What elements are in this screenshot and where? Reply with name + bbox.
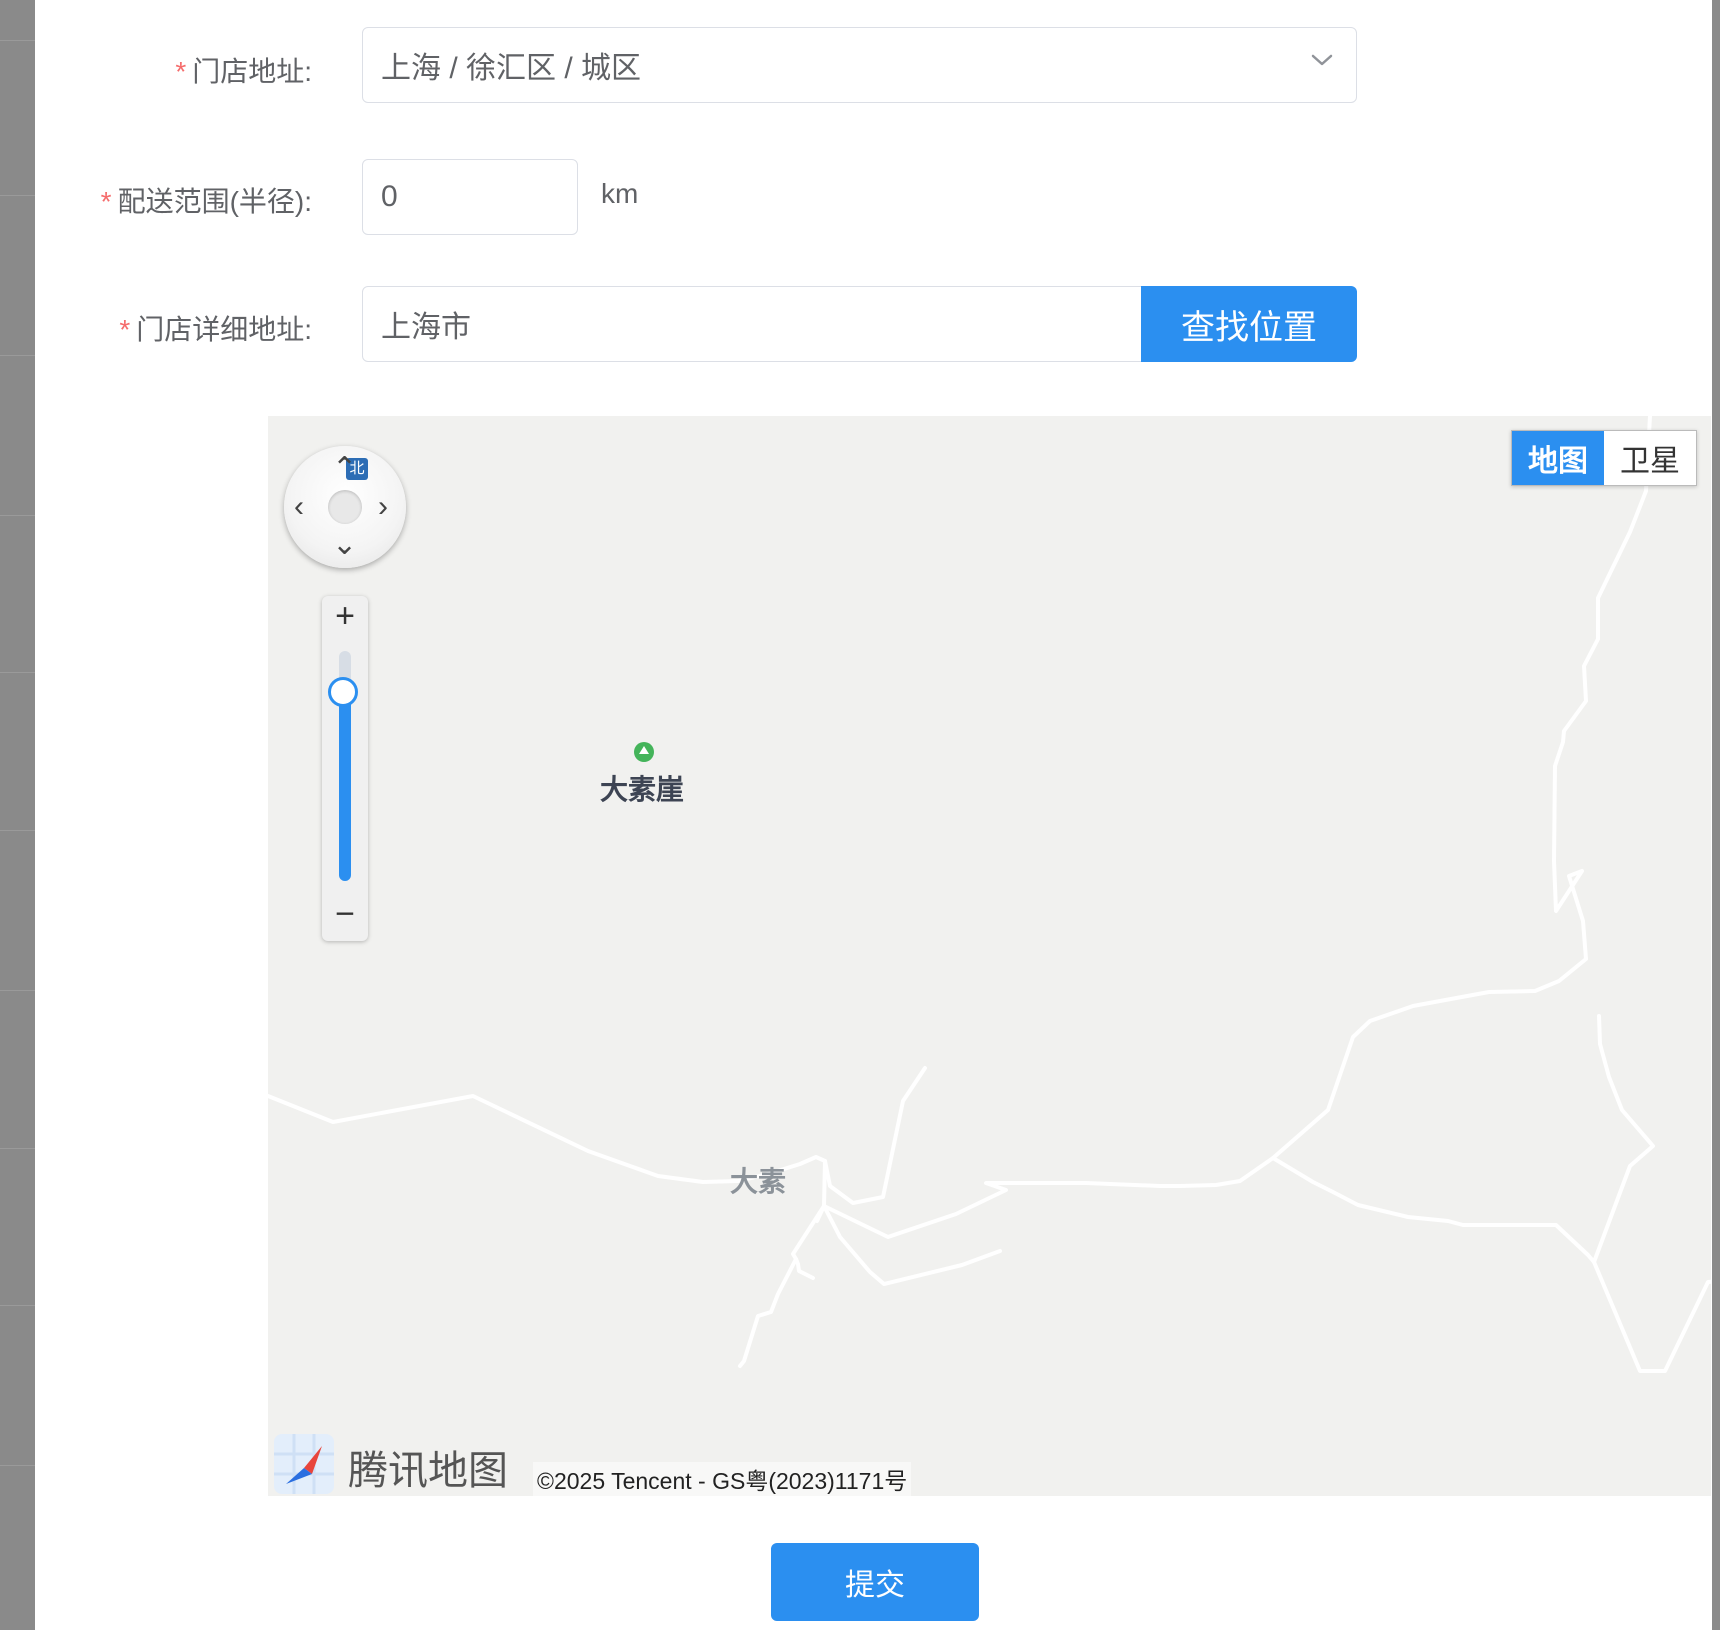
map-copyright: ©2025 Tencent - GS粤(2023)1171号 (533, 1462, 912, 1496)
pan-up-icon[interactable]: ⌃ (332, 454, 357, 484)
tencent-map-logo-text: 腾讯地图 (348, 1449, 508, 1493)
zoom-slider-fill (339, 692, 351, 881)
pan-down-icon[interactable]: ⌄ (332, 530, 357, 560)
delivery-range-unit: km (601, 178, 639, 209)
store-detail-address-value: 上海市 (381, 311, 471, 344)
find-location-button[interactable]: 查找位置 (1141, 286, 1357, 362)
delivery-range-value: 0 (381, 180, 398, 213)
map-type-satellite[interactable]: 卫星 (1604, 431, 1696, 485)
submit-button[interactable]: 提交 (771, 1543, 979, 1621)
place-label: 大素 (730, 1166, 787, 1197)
background-overlay-left (0, 0, 35, 1630)
map-pan-control[interactable]: 北 ⌃ ⌄ ‹ › (284, 446, 406, 568)
store-address-label: * 门店地址: (175, 56, 312, 87)
zoom-in-button[interactable]: + (322, 596, 368, 636)
store-form-dialog: * 门店地址: 上海 / 徐汇区 / 城区 * 配送范围(半径): 0 km * 门店… (35, 0, 1712, 1630)
zoom-control[interactable]: + − (322, 596, 368, 941)
map-container[interactable]: 北 ⌃ ⌄ ‹ › + − 大素崖 大素 地图 卫星 腾讯地图 ©2025 Te… (268, 416, 1711, 1496)
pan-center[interactable] (328, 490, 362, 524)
background-overlay-right (1712, 0, 1720, 1630)
map-roads (268, 416, 1711, 1373)
chevron-down-icon (1311, 54, 1333, 66)
map-type-switch[interactable]: 地图 卫星 (1511, 430, 1697, 486)
poi-label[interactable]: 大素崖 (600, 768, 684, 808)
map-type-map[interactable]: 地图 (1512, 431, 1604, 485)
required-mark: * (175, 56, 187, 87)
required-mark: * (100, 186, 112, 217)
required-mark: * (119, 314, 131, 345)
store-detail-address-label: * 门店详细地址: (119, 314, 312, 345)
pan-left-icon[interactable]: ‹ (294, 492, 304, 522)
zoom-out-button[interactable]: − (322, 894, 368, 934)
store-address-value: 上海 / 徐汇区 / 城区 (381, 52, 642, 85)
tencent-map-logo-icon (274, 1434, 334, 1494)
delivery-range-label: * 配送范围(半径): (100, 186, 312, 217)
poi-marker-icon[interactable] (634, 742, 654, 762)
store-address-cascader[interactable]: 上海 / 徐汇区 / 城区 (362, 27, 1357, 103)
store-detail-address-input[interactable]: 上海市 (362, 286, 1142, 362)
pan-right-icon[interactable]: › (378, 492, 388, 522)
delivery-range-input[interactable]: 0 (362, 159, 578, 235)
zoom-slider-handle[interactable] (328, 677, 358, 708)
